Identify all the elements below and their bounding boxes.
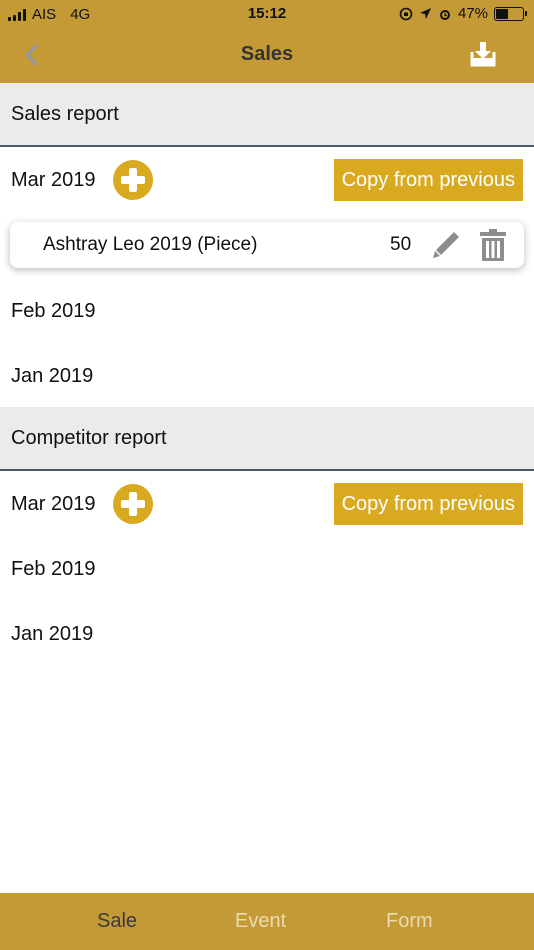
pencil-icon xyxy=(433,232,459,258)
month-label: Feb 2019 xyxy=(11,299,96,322)
add-sales-entry-button[interactable] xyxy=(113,160,153,200)
competitor-month-row-jan[interactable]: Jan 2019 xyxy=(0,602,534,666)
download-button[interactable] xyxy=(470,40,496,68)
page-title: Sales xyxy=(240,43,294,65)
item-quantity: 50 xyxy=(390,234,412,255)
battery-fill xyxy=(496,8,509,19)
month-label: Feb 2019 xyxy=(11,557,96,580)
rotation-lock-icon xyxy=(399,7,413,20)
add-competitor-entry-button[interactable] xyxy=(113,484,153,524)
status-right: 47% xyxy=(399,5,527,22)
top-bar: AIS 4G 15:12 47% Sales xyxy=(0,0,534,83)
battery-icon xyxy=(494,6,527,21)
bottom-tab-bar: Sale Event Form xyxy=(0,893,534,950)
trash-icon xyxy=(480,229,506,261)
tab-event[interactable]: Event xyxy=(235,910,286,933)
tab-sale[interactable]: Sale xyxy=(97,910,137,933)
competitor-copy-from-previous-button[interactable]: Copy from previous xyxy=(333,483,523,525)
download-tray-icon xyxy=(470,42,496,67)
sales-month-row-jan[interactable]: Jan 2019 xyxy=(0,344,534,408)
edit-button[interactable] xyxy=(430,229,462,261)
delete-button[interactable] xyxy=(480,228,506,262)
status-bar: AIS 4G 15:12 47% xyxy=(0,0,534,28)
competitor-report-header: Competitor report xyxy=(0,407,534,471)
month-label: Jan 2019 xyxy=(11,364,94,387)
sales-report-header: Sales report xyxy=(0,83,534,147)
competitor-month-row-feb[interactable]: Feb 2019 xyxy=(0,537,534,601)
competitor-month-row-mar[interactable]: Mar 2019 Copy from previous xyxy=(0,472,534,536)
month-label: Mar 2019 xyxy=(11,168,96,191)
sales-copy-from-previous-button[interactable]: Copy from previous xyxy=(333,159,523,201)
location-arrow-icon xyxy=(419,8,431,19)
battery-percent: 47% xyxy=(457,5,488,22)
month-label: Mar 2019 xyxy=(11,492,96,515)
month-label: Jan 2019 xyxy=(11,622,94,645)
alarm-icon xyxy=(439,9,450,20)
sales-item-card[interactable]: Ashtray Leo 2019 (Piece) 50 xyxy=(10,222,524,268)
sales-month-row-mar[interactable]: Mar 2019 Copy from previous xyxy=(0,148,534,212)
tab-form[interactable]: Form xyxy=(386,910,433,933)
sales-month-row-feb[interactable]: Feb 2019 xyxy=(0,279,534,343)
item-name: Ashtray Leo 2019 (Piece) xyxy=(43,234,258,255)
